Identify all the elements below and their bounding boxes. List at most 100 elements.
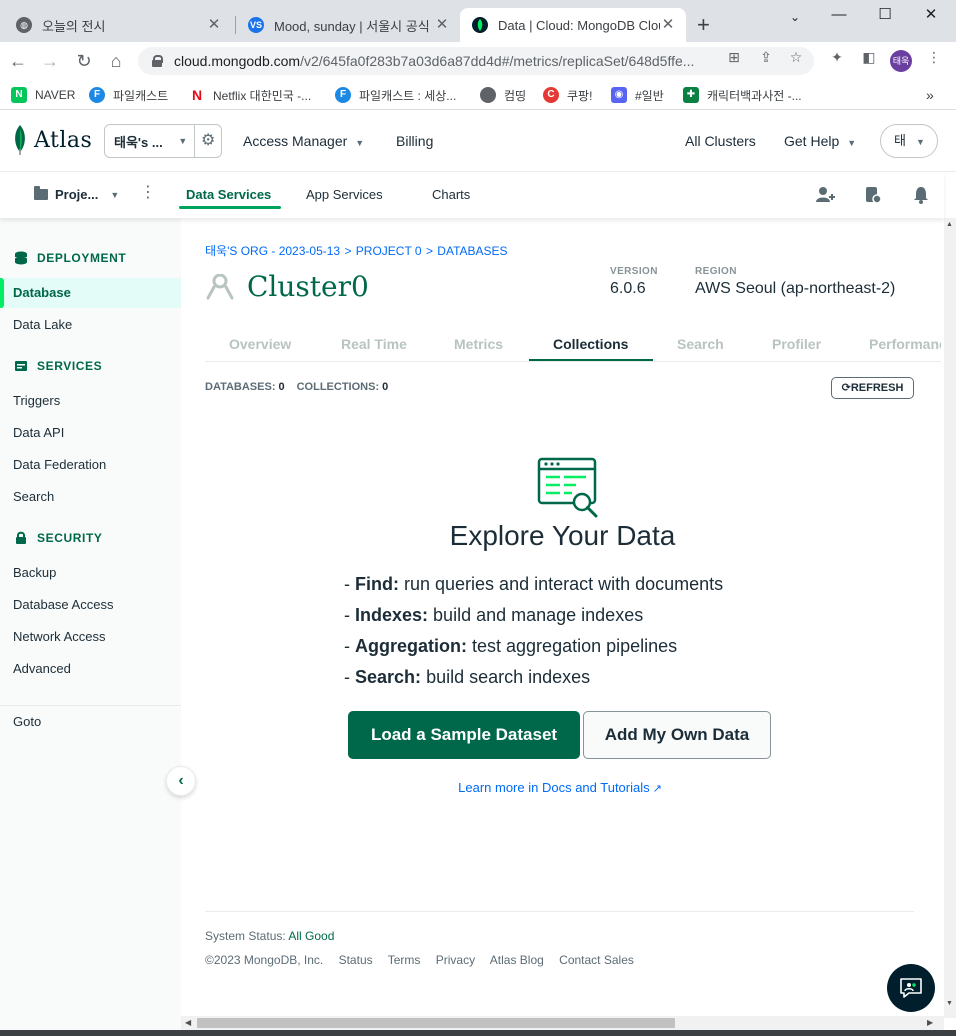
bookmark-filecast-2[interactable]: F 파일캐스트 : 세상... bbox=[335, 84, 456, 106]
tab-overview[interactable]: Overview bbox=[229, 336, 291, 352]
browser-tab-active[interactable]: Data | Cloud: MongoDB Cloud ✕ bbox=[460, 8, 686, 42]
cluster-name: Cluster0 bbox=[247, 270, 369, 303]
bookmark-character-wiki[interactable]: ✚ 캐릭터백과사전 -... bbox=[683, 84, 802, 106]
sidebar-item-advanced[interactable]: Advanced bbox=[0, 654, 181, 684]
collections-count: 0 bbox=[382, 381, 389, 393]
system-status-value[interactable]: All Good bbox=[288, 929, 334, 943]
learn-more-link[interactable]: Learn more in Docs and Tutorials ↗ bbox=[181, 780, 939, 795]
tab-profiler[interactable]: Profiler bbox=[772, 336, 821, 352]
project-selector[interactable]: Proje... ▼ bbox=[34, 186, 119, 202]
tab-collections[interactable]: Collections bbox=[553, 336, 628, 352]
profile-avatar[interactable]: 태욱 bbox=[890, 50, 912, 72]
bookmark-star-icon[interactable]: ☆ bbox=[788, 49, 804, 65]
sidebar-item-triggers[interactable]: Triggers bbox=[0, 386, 181, 416]
gear-icon[interactable]: ⚙ bbox=[194, 125, 221, 157]
invite-user-icon[interactable] bbox=[815, 185, 835, 205]
project-name: Proje... bbox=[55, 187, 99, 202]
tab-data-services[interactable]: Data Services bbox=[186, 187, 271, 202]
breadcrumb-databases[interactable]: DATABASES bbox=[437, 244, 507, 258]
close-tab-icon[interactable]: ✕ bbox=[660, 17, 676, 33]
sidebar-item-data-api[interactable]: Data API bbox=[0, 418, 181, 448]
tab-charts[interactable]: Charts bbox=[432, 187, 470, 202]
bookmark-netflix[interactable]: N Netflix 대한민국 -... bbox=[189, 84, 311, 106]
sidebar-item-network-access[interactable]: Network Access bbox=[0, 622, 181, 652]
share-icon[interactable]: ⇪ bbox=[758, 49, 774, 65]
side-panel-icon[interactable]: ◧ bbox=[861, 49, 877, 65]
extensions-icon[interactable]: ✦ bbox=[829, 49, 845, 65]
breadcrumb-org[interactable]: 태욱'S ORG - 2023-05-13 bbox=[205, 244, 340, 258]
scroll-left-icon[interactable]: ◀ bbox=[185, 1018, 191, 1027]
translate-icon[interactable]: ⊞ bbox=[726, 49, 742, 65]
close-tab-icon[interactable]: ✕ bbox=[434, 17, 450, 33]
sidebar-item-goto[interactable]: Goto bbox=[0, 707, 181, 737]
scroll-down-icon[interactable]: ▼ bbox=[946, 1000, 953, 1007]
vertical-scrollbar[interactable]: ▲ ▼ bbox=[944, 218, 956, 1018]
tab-performance-advisor[interactable]: Performance Advisor bbox=[869, 336, 941, 352]
close-window-button[interactable]: ✕ bbox=[908, 4, 954, 26]
scroll-up-icon[interactable]: ▲ bbox=[946, 221, 953, 228]
tab-real-time[interactable]: Real Time bbox=[341, 336, 407, 352]
user-menu[interactable]: 태 ▼ bbox=[880, 124, 938, 158]
billing-link[interactable]: Billing bbox=[396, 133, 433, 149]
reload-button[interactable]: ↻ bbox=[72, 50, 96, 72]
bookmark-comthing[interactable]: 컴띵 bbox=[480, 84, 526, 106]
lock-icon bbox=[16, 531, 26, 544]
activity-feed-icon[interactable] bbox=[863, 185, 883, 205]
feature-item: - Aggregation: test aggregation pipeline… bbox=[344, 636, 678, 656]
footer-link-atlas-blog[interactable]: Atlas Blog bbox=[490, 953, 544, 967]
sidebar-section-services: SERVICES bbox=[14, 359, 102, 373]
footer-link-privacy[interactable]: Privacy bbox=[436, 953, 475, 967]
browser-menu-icon[interactable]: ⋮ bbox=[926, 49, 942, 65]
window-bottom-edge bbox=[0, 1030, 956, 1036]
tab-search-icon[interactable]: ⌄ bbox=[772, 6, 818, 28]
new-tab-button[interactable]: + bbox=[697, 14, 710, 36]
tab-app-services[interactable]: App Services bbox=[306, 187, 383, 202]
load-sample-dataset-button[interactable]: Load a Sample Dataset bbox=[348, 711, 580, 759]
bookmark-filecast[interactable]: F 파일캐스트 bbox=[89, 84, 168, 106]
scroll-right-icon[interactable]: ▶ bbox=[927, 1018, 933, 1027]
add-my-own-data-button[interactable]: Add My Own Data bbox=[583, 711, 771, 759]
mongodb-leaf-icon bbox=[472, 17, 488, 33]
bookmark-naver[interactable]: N NAVER bbox=[11, 84, 75, 106]
footer-link-terms[interactable]: Terms bbox=[388, 953, 421, 967]
address-bar[interactable]: cloud.mongodb.com/v2/645fa0f283b7a03d6a8… bbox=[138, 47, 814, 75]
coupang-icon: C bbox=[543, 87, 559, 103]
project-options-icon[interactable]: ⋮ bbox=[140, 185, 156, 201]
globe-icon bbox=[480, 87, 496, 103]
sidebar-item-backup[interactable]: Backup bbox=[0, 558, 181, 588]
home-button[interactable]: ⌂ bbox=[104, 50, 128, 72]
cluster-header: Cluster0 bbox=[205, 270, 369, 303]
tab-search[interactable]: Search bbox=[677, 336, 724, 352]
sidebar-item-data-lake[interactable]: Data Lake bbox=[0, 310, 181, 340]
sidebar-item-search[interactable]: Search bbox=[0, 482, 181, 512]
sidebar-item-database-access[interactable]: Database Access bbox=[0, 590, 181, 620]
refresh-button[interactable]: ⟳REFRESH bbox=[831, 377, 914, 399]
footer-link-status[interactable]: Status bbox=[339, 953, 373, 967]
minimize-button[interactable]: — bbox=[816, 4, 862, 26]
get-help-menu[interactable]: Get Help ▼ bbox=[784, 133, 856, 149]
forward-button[interactable]: → bbox=[38, 50, 62, 72]
bell-icon[interactable] bbox=[911, 185, 931, 205]
bookmark-coupang[interactable]: C 쿠팡! bbox=[543, 84, 592, 106]
sidebar-item-database[interactable]: Database bbox=[0, 278, 181, 308]
bookmark-discord[interactable]: ◉ #일반 bbox=[611, 84, 664, 106]
access-manager-menu[interactable]: Access Manager ▼ bbox=[243, 133, 364, 149]
horizontal-scroll-thumb[interactable] bbox=[197, 1018, 675, 1028]
atlas-logo[interactable]: Atlas bbox=[12, 125, 92, 155]
bookmarks-overflow-icon[interactable]: » bbox=[926, 84, 934, 106]
tab-metrics[interactable]: Metrics bbox=[454, 336, 503, 352]
breadcrumb-project[interactable]: PROJECT 0 bbox=[356, 244, 422, 258]
browser-tab[interactable]: VS Mood, sunday | 서울시 공식 관 ✕ bbox=[236, 8, 460, 42]
maximize-button[interactable]: ☐ bbox=[862, 4, 908, 26]
support-chat-button[interactable] bbox=[887, 964, 935, 1012]
external-link-icon: ↗ bbox=[652, 783, 662, 795]
org-selector[interactable]: 태욱's ... ▼ ⚙ bbox=[104, 124, 222, 158]
footer-link-contact-sales[interactable]: Contact Sales bbox=[559, 953, 634, 967]
all-clusters-link[interactable]: All Clusters bbox=[685, 133, 756, 149]
browser-tab[interactable]: ◍ 오늘의 전시 ✕ bbox=[4, 8, 232, 42]
horizontal-scrollbar[interactable]: ◀ ▶ bbox=[181, 1016, 944, 1030]
close-tab-icon[interactable]: ✕ bbox=[206, 17, 222, 33]
back-button[interactable]: ← bbox=[6, 50, 30, 72]
project-bar: Proje... ▼ ⋮ Data Services App Services … bbox=[0, 172, 944, 218]
sidebar-item-data-federation[interactable]: Data Federation bbox=[0, 450, 181, 480]
